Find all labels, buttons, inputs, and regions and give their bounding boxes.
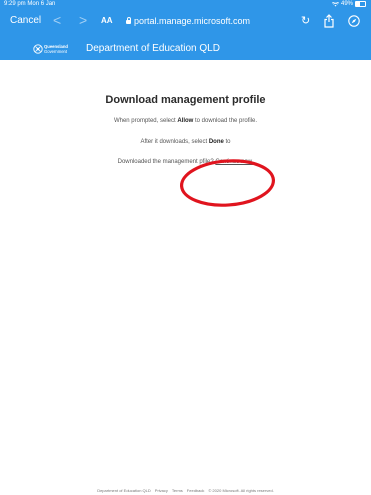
instruction-done-prefix: After it downloads, select xyxy=(140,139,209,145)
footer-copyright: © 2020 Microsoft. All rights reserved. xyxy=(208,488,274,493)
red-annotation-circle xyxy=(179,159,276,207)
instruction-done-keyword: Done xyxy=(208,139,224,145)
compass-icon[interactable] xyxy=(348,15,360,27)
instruction-allow: When prompted, select Allow to download … xyxy=(0,118,371,124)
footer-privacy-link[interactable]: Privacy xyxy=(155,488,168,493)
back-button[interactable]: < xyxy=(53,12,61,28)
status-bar: 9:29 pm Mon 6 Jan 49% xyxy=(0,0,371,10)
browser-chrome: 9:29 pm Mon 6 Jan 49% Cancel < > AA port… xyxy=(0,0,371,38)
footer-org: Department of Education QLD xyxy=(97,488,151,493)
instruction-done: After it downloads, select Done to xyxy=(0,139,371,145)
instruction-done-suffix: to xyxy=(223,139,231,145)
footer-feedback-link[interactable]: Feedback xyxy=(187,488,205,493)
browser-toolbar: Cancel < > AA portal.manage.microsoft.co… xyxy=(0,11,371,33)
status-time: 9:29 pm Mon 6 Jan xyxy=(4,1,55,7)
instruction-allow-suffix: to download the profile. xyxy=(193,118,258,124)
battery-percent: 49% xyxy=(340,1,353,7)
address-bar-url: portal.manage.microsoft.com xyxy=(134,16,251,26)
main-content: Download management profile When prompte… xyxy=(0,60,371,480)
address-bar[interactable]: portal.manage.microsoft.com xyxy=(126,16,250,26)
reload-icon[interactable]: ↻ xyxy=(301,14,310,27)
page-footer: Department of Education QLD Privacy Terms F… xyxy=(0,488,371,493)
header-title: Department of Education QLD xyxy=(86,43,220,54)
cancel-button[interactable]: Cancel xyxy=(10,15,41,26)
status-clock: 9:29 pm xyxy=(4,1,26,7)
lock-icon xyxy=(126,17,131,24)
ipad-screen: 9:29 pm Mon 6 Jan 49% Cancel < > AA port… xyxy=(0,0,371,495)
instruction-allow-keyword: Allow xyxy=(177,118,194,124)
page-title: Download management profile xyxy=(105,94,266,106)
status-indicators: 49% xyxy=(331,1,366,7)
queensland-government-logo: Queensland Government xyxy=(33,44,68,54)
text-size-button[interactable]: AA xyxy=(101,16,113,25)
logo-text-government: Government xyxy=(44,49,68,54)
instruction-allow-prefix: When prompted, select xyxy=(113,118,178,124)
wifi-icon xyxy=(331,1,339,6)
status-date: Mon 6 Jan xyxy=(27,1,56,7)
footer-terms-link[interactable]: Terms xyxy=(172,488,183,493)
share-icon[interactable] xyxy=(322,14,336,28)
forward-button[interactable]: > xyxy=(79,12,87,28)
site-header: Queensland Government Department of Educ… xyxy=(0,38,371,60)
battery-icon xyxy=(355,1,366,7)
